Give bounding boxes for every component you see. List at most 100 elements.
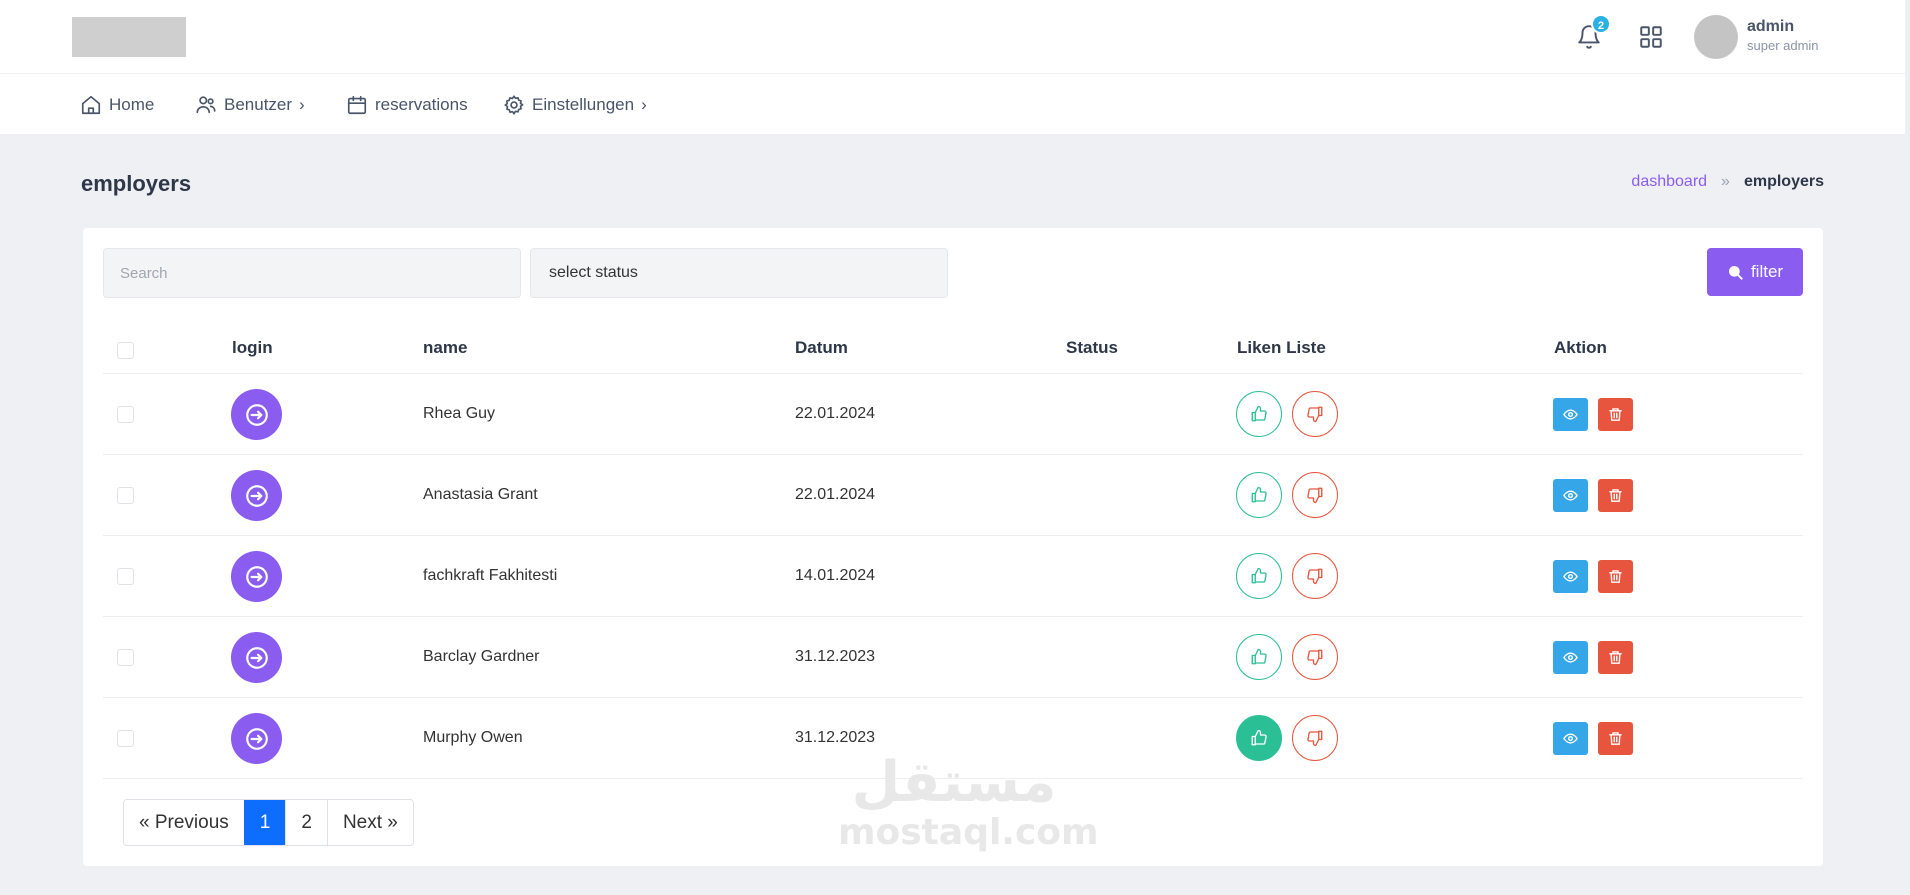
column-header-date: Datum (795, 338, 848, 357)
like-button[interactable] (1236, 472, 1282, 518)
column-header-likes: Liken Liste (1237, 338, 1326, 357)
thumbs-down-icon (1307, 649, 1323, 666)
nav-item-settings[interactable]: Einstellungen › (503, 94, 647, 116)
dislike-button[interactable] (1292, 634, 1338, 680)
login-icon (245, 403, 268, 426)
thumbs-up-icon (1251, 486, 1267, 503)
row-checkbox[interactable] (117, 649, 134, 666)
cell-date: 31.12.2023 (795, 648, 876, 665)
dislike-button[interactable] (1292, 472, 1338, 518)
pagination-page-1[interactable]: 1 (243, 800, 286, 845)
filter-button[interactable]: filter (1707, 248, 1803, 296)
row-checkbox[interactable] (117, 487, 134, 504)
delete-button[interactable] (1598, 479, 1633, 512)
thumbs-up-icon (1251, 405, 1267, 422)
apps-grid-icon[interactable] (1638, 24, 1664, 50)
eye-icon (1563, 571, 1578, 582)
watermark: مستقل mostaql.com (838, 750, 1099, 853)
trash-icon (1609, 651, 1622, 664)
search-icon (1728, 266, 1743, 280)
dislike-button[interactable] (1292, 553, 1338, 599)
delete-button[interactable] (1598, 641, 1633, 674)
breadcrumb: dashboard » employers (1631, 173, 1824, 191)
eye-icon (1563, 409, 1578, 420)
row-checkbox[interactable] (117, 406, 134, 423)
delete-button[interactable] (1598, 722, 1633, 755)
table-row: Barclay Gardner 31.12.2023 (103, 617, 1803, 698)
user-role: super admin (1747, 38, 1819, 53)
watermark-arabic: مستقل (851, 750, 1057, 815)
avatar[interactable] (1694, 15, 1738, 59)
nav-item-home[interactable]: Home (80, 94, 154, 116)
like-button[interactable] (1236, 634, 1282, 680)
cell-date: 22.01.2024 (795, 486, 876, 503)
view-button[interactable] (1553, 560, 1588, 593)
table-header: login name Datum Status Liken Liste Akti… (103, 328, 1803, 374)
cell-date: 31.12.2023 (795, 729, 876, 746)
logo[interactable] (72, 17, 186, 57)
login-as-button[interactable] (231, 389, 282, 440)
status-select[interactable]: select status (530, 248, 948, 298)
delete-button[interactable] (1598, 560, 1633, 593)
chevron-right-icon: › (299, 95, 305, 114)
login-icon (245, 727, 268, 750)
delete-button[interactable] (1598, 398, 1633, 431)
cell-name: fachkraft Fakhitesti (423, 567, 558, 584)
gear-icon (504, 95, 524, 115)
search-input[interactable] (103, 248, 521, 298)
pagination-previous[interactable]: « Previous (124, 800, 244, 845)
notification-badge: 2 (1591, 14, 1611, 34)
thumbs-down-icon (1307, 568, 1323, 585)
nav-bar: Home Benutzer › reservations Einstellung… (0, 74, 1905, 134)
column-header-name: name (423, 338, 468, 357)
login-as-button[interactable] (231, 632, 282, 683)
eye-icon (1563, 652, 1578, 663)
nav-item-reservations[interactable]: reservations (346, 94, 468, 116)
login-as-button[interactable] (231, 713, 282, 764)
login-icon (245, 565, 268, 588)
like-button[interactable] (1236, 553, 1282, 599)
dislike-button[interactable] (1292, 715, 1338, 761)
double-chevron-right-icon: » (1721, 173, 1730, 190)
user-name[interactable]: admin (1747, 18, 1794, 36)
nav-label-users: Benutzer (224, 95, 293, 114)
cell-name: Barclay Gardner (423, 648, 540, 665)
thumbs-up-icon (1251, 567, 1267, 584)
pagination-page-2[interactable]: 2 (285, 800, 327, 845)
like-button-active[interactable] (1236, 715, 1282, 761)
watermark-latin: mostaql.com (838, 812, 1099, 853)
eye-icon (1563, 490, 1578, 501)
nav-item-users[interactable]: Benutzer › (195, 94, 305, 116)
breadcrumb-link-dashboard[interactable]: dashboard (1631, 173, 1707, 191)
home-icon (81, 95, 101, 115)
thumbs-down-icon (1307, 730, 1323, 747)
trash-icon (1609, 489, 1622, 502)
dislike-button[interactable] (1292, 391, 1338, 437)
view-button[interactable] (1553, 398, 1588, 431)
table-row: Rhea Guy 22.01.2024 (103, 374, 1803, 455)
view-button[interactable] (1553, 641, 1588, 674)
cell-date: 14.01.2024 (795, 567, 876, 584)
top-bar: 2 admin super admin (0, 0, 1905, 74)
view-button[interactable] (1553, 479, 1588, 512)
row-checkbox[interactable] (117, 730, 134, 747)
cell-date: 22.01.2024 (795, 405, 876, 422)
breadcrumb-current: employers (1743, 173, 1824, 190)
column-header-actions: Aktion (1554, 338, 1607, 357)
nav-label-settings: Einstellungen (532, 95, 635, 114)
cell-name: Rhea Guy (423, 405, 496, 422)
select-all-checkbox[interactable] (117, 342, 134, 359)
login-icon (245, 484, 268, 507)
login-as-button[interactable] (231, 470, 282, 521)
login-icon (245, 646, 268, 669)
like-button[interactable] (1236, 391, 1282, 437)
chevron-right-icon: › (641, 95, 647, 114)
view-button[interactable] (1553, 722, 1588, 755)
nav-label-home: Home (109, 95, 155, 114)
thumbs-down-icon (1307, 487, 1323, 504)
cell-name: Anastasia Grant (423, 486, 538, 503)
pagination-next[interactable]: Next » (326, 800, 413, 845)
row-checkbox[interactable] (117, 568, 134, 585)
trash-icon (1609, 570, 1622, 583)
login-as-button[interactable] (231, 551, 282, 602)
